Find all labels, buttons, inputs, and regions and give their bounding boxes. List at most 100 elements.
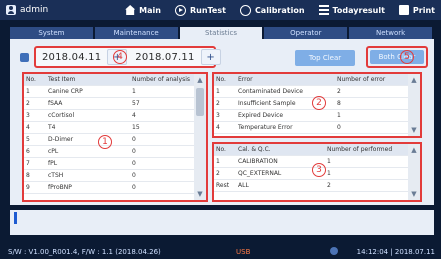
cell-error: Temperature Error bbox=[238, 124, 293, 131]
nav-print[interactable]: Print bbox=[398, 5, 435, 15]
nav-runtest-label: RunTest bbox=[189, 5, 226, 15]
home-icon bbox=[125, 5, 136, 15]
cell-no: 3 bbox=[216, 112, 220, 119]
message-cursor bbox=[14, 212, 17, 224]
cell-no: 2 bbox=[216, 170, 220, 177]
cell-no: 1 bbox=[216, 88, 220, 95]
nav-print-label: Print bbox=[412, 5, 435, 15]
table-row[interactable]: 9 fProBNP 0 bbox=[24, 182, 206, 194]
table-row[interactable]: 6 cPL 0 bbox=[24, 146, 206, 158]
statistics-panel: 2018.04.11 + 2018.07.11 + Top Clear Both… bbox=[10, 39, 434, 205]
tab-system[interactable]: System bbox=[10, 27, 93, 39]
cell-test-item: T4 bbox=[48, 124, 56, 131]
tab-operator[interactable]: Operator bbox=[264, 27, 348, 39]
analysis-scrollbar[interactable]: ▲ ▼ bbox=[194, 74, 206, 200]
cell-test-item: fPL bbox=[48, 160, 58, 167]
scroll-thumb[interactable] bbox=[196, 88, 204, 116]
scroll-up-icon[interactable]: ▲ bbox=[194, 74, 206, 86]
table-row[interactable]: 4 Temperature Error 0 bbox=[214, 122, 420, 134]
date-to-plus-button[interactable]: + bbox=[200, 49, 221, 65]
table-row[interactable]: Rest ALL 2 bbox=[214, 180, 420, 192]
date-to-group: 2018.07.11 + bbox=[135, 49, 221, 65]
table-row[interactable]: 3 Expired Device 1 bbox=[214, 110, 420, 122]
nav-main[interactable]: Main bbox=[125, 5, 161, 15]
user-info[interactable]: admin bbox=[0, 5, 48, 15]
status-bar: S/W : V1.00_R001.4, F/W : 1.1 (2018.04.2… bbox=[0, 244, 441, 259]
username: admin bbox=[20, 5, 49, 15]
scroll-down-icon[interactable]: ▼ bbox=[194, 188, 206, 200]
clock: 14:12:04 | 2018.07.11 bbox=[356, 247, 435, 256]
nav-todayresult-label: Todayresult bbox=[332, 5, 385, 15]
header-cal-qc: Cal. & Q.C. bbox=[238, 146, 271, 153]
cell-no: 4 bbox=[216, 124, 220, 131]
cell-no: 5 bbox=[26, 136, 30, 143]
cell-count: 0 bbox=[337, 124, 341, 131]
scroll-up-icon[interactable]: ▲ bbox=[408, 74, 420, 86]
cell-error: Expired Device bbox=[238, 112, 284, 119]
top-navigation: Main RunTest Calibration Todayresult Pri… bbox=[125, 0, 441, 20]
header-no: No. bbox=[216, 76, 226, 83]
cell-count: 8 bbox=[337, 100, 341, 107]
app-window: admin Main RunTest Calibration Todayresu… bbox=[0, 0, 441, 259]
cell-cal-qc: QC_EXTERNAL bbox=[238, 170, 282, 177]
cell-no: 7 bbox=[26, 160, 30, 167]
cell-no: 2 bbox=[26, 100, 30, 107]
cell-test-item: cPL bbox=[48, 148, 59, 155]
cell-no: 1 bbox=[216, 158, 220, 165]
tab-maintenance[interactable]: Maintenance bbox=[94, 27, 178, 39]
cell-no: Rest bbox=[216, 182, 230, 189]
cell-test-item: D-Dimer bbox=[48, 136, 74, 143]
date-to[interactable]: 2018.07.11 bbox=[135, 52, 194, 63]
calibration-icon bbox=[239, 4, 251, 16]
table-row[interactable]: 8 cTSH 0 bbox=[24, 170, 206, 182]
cell-count: 1 bbox=[337, 112, 341, 119]
top-bar: admin Main RunTest Calibration Todayresu… bbox=[0, 0, 441, 20]
tab-network[interactable]: Network bbox=[349, 27, 432, 39]
callout-1: 1 bbox=[98, 135, 112, 149]
cell-no: 3 bbox=[26, 112, 30, 119]
tab-statistics[interactable]: Statistics bbox=[179, 27, 263, 39]
cell-cal-qc: CALIBRATION bbox=[238, 158, 278, 165]
analysis-table: No. Test Item Number of analysis 1 Canine… bbox=[22, 72, 208, 202]
table-row[interactable]: 3 cCortisol 4 bbox=[24, 110, 206, 122]
nav-calibration[interactable]: Calibration bbox=[239, 4, 305, 16]
callout-2: 2 bbox=[312, 96, 326, 110]
usb-status: USB bbox=[236, 247, 251, 256]
table-row[interactable]: 7 fPL 0 bbox=[24, 158, 206, 170]
date-from[interactable]: 2018.04.11 bbox=[42, 52, 101, 63]
header-test-item: Test Item bbox=[48, 76, 76, 83]
scroll-up-icon[interactable]: ▲ bbox=[408, 144, 420, 156]
table-row[interactable]: 4 T4 15 bbox=[24, 122, 206, 134]
header-number-performed: Number of performed bbox=[327, 146, 393, 153]
error-scrollbar[interactable]: ▲ ▼ bbox=[408, 74, 420, 136]
scroll-down-icon[interactable]: ▼ bbox=[408, 188, 420, 200]
user-icon bbox=[6, 5, 16, 15]
cell-test-item: cTSH bbox=[48, 172, 64, 179]
table-row[interactable]: 1 Canine CRP 1 bbox=[24, 86, 206, 98]
nav-todayresult[interactable]: Todayresult bbox=[318, 5, 385, 15]
table-header: No. Test Item Number of analysis bbox=[24, 74, 206, 86]
callout-3: 3 bbox=[312, 163, 326, 177]
calibration-scrollbar[interactable]: ▲ ▼ bbox=[408, 144, 420, 200]
nav-main-label: Main bbox=[139, 5, 161, 15]
calendar-icon[interactable] bbox=[20, 53, 29, 62]
header-error: Error bbox=[238, 76, 253, 83]
tab-bar: System Maintenance Statistics Operator N… bbox=[10, 27, 434, 39]
cell-cal-qc: ALL bbox=[238, 182, 249, 189]
cell-test-item: fProBNP bbox=[48, 184, 72, 191]
cell-count: 1 bbox=[327, 158, 331, 165]
table-header: No. Cal. & Q.C. Number of performed bbox=[214, 144, 420, 156]
table-row[interactable]: 5 D-Dimer 0 bbox=[24, 134, 206, 146]
message-bar bbox=[10, 210, 434, 235]
nav-runtest[interactable]: RunTest bbox=[174, 4, 226, 16]
callout-5: 5 bbox=[400, 50, 414, 64]
cell-count: 2 bbox=[337, 88, 341, 95]
top-clear-button[interactable]: Top Clear bbox=[295, 50, 355, 66]
both-clear-button[interactable]: Both Clear bbox=[370, 50, 424, 64]
table-row[interactable]: 2 fSAA 57 bbox=[24, 98, 206, 110]
header-no: No. bbox=[216, 146, 226, 153]
scroll-down-icon[interactable]: ▼ bbox=[408, 124, 420, 136]
nav-calibration-label: Calibration bbox=[254, 5, 305, 15]
cell-test-item: cCortisol bbox=[48, 112, 75, 119]
cell-test-item: fSAA bbox=[48, 100, 63, 107]
